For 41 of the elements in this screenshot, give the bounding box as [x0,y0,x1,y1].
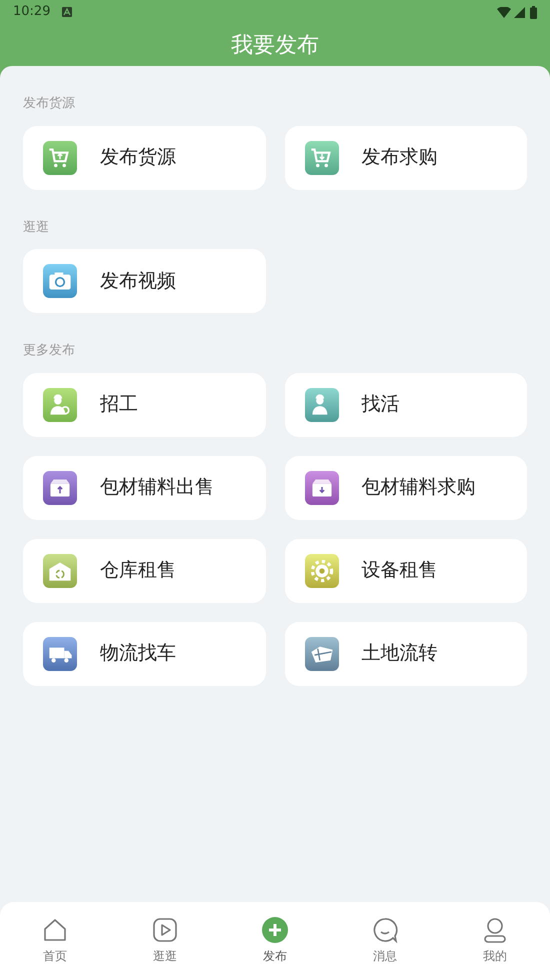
land-icon [304,636,338,670]
wifi-icon [497,6,511,18]
gear-icon [304,554,338,588]
tab-item[interactable]: 发布 [220,902,330,977]
camera-icon [43,264,77,298]
notification-icon [62,7,72,17]
user-icon [482,917,508,943]
publish-card[interactable]: 仓库租售 [23,538,266,602]
publish-card[interactable]: 土地流转 [284,622,527,686]
cart-down-icon [304,140,338,174]
publish-card[interactable]: 找活 [284,372,527,436]
truck-icon [43,636,77,670]
plus-icon [262,917,288,943]
tab-item[interactable]: 我的 [440,902,550,977]
chat-icon [372,917,398,943]
publish-card[interactable]: 包材辅料出售 [23,456,266,520]
publish-card[interactable]: 设备租售 [284,538,527,602]
tab-item[interactable]: 消息 [330,902,440,977]
publish-card[interactable]: 包材辅料求购 [284,456,527,520]
status-time: 10:29 [13,3,50,22]
publish-card[interactable]: 发布视频 [23,249,266,313]
publish-card[interactable]: 发布货源 [23,126,266,190]
publish-card[interactable]: 发布求购 [284,126,527,190]
section-title: 逛逛 [23,218,50,236]
signal-icon [514,6,525,18]
section-title: 更多发布 [23,342,76,360]
play-icon [152,917,178,943]
page-title: 我要发布 [231,32,319,60]
section-title: 发布货源 [23,95,76,113]
worker-icon [304,388,338,422]
tab-item[interactable]: 首页 [0,902,110,977]
box-up-icon [43,470,77,504]
worker-search-icon [43,388,77,422]
publish-card[interactable]: 物流找车 [23,622,266,686]
warehouse-icon [43,554,77,588]
box-down-icon [304,470,338,504]
battery-icon [530,6,537,18]
tab-item[interactable]: 逛逛 [110,902,220,977]
cart-up-icon [43,140,77,174]
home-icon [42,917,68,943]
publish-card[interactable]: 招工 [23,372,266,436]
